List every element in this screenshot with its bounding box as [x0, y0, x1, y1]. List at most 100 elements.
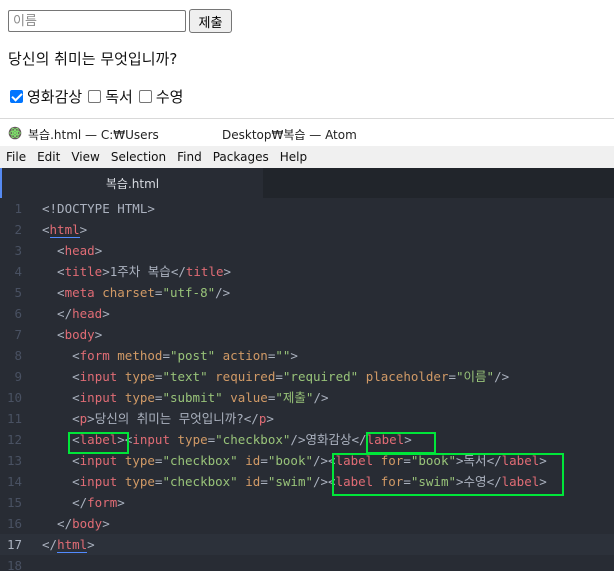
name-input[interactable] [8, 10, 186, 32]
code-token: "checkbox" [215, 432, 291, 447]
line-number: 1 [14, 201, 22, 216]
code-text: <title>1주차 복습</title> [42, 261, 231, 282]
code-token: body [64, 327, 95, 342]
window-title-project: Desktop₩복습 — Atom [222, 128, 357, 142]
code-token: < [42, 411, 80, 426]
code-line[interactable]: 17 </html> [0, 534, 614, 555]
line-number: 11 [6, 411, 22, 426]
submit-button[interactable]: 제출 [189, 9, 232, 33]
code-line[interactable]: 10 <input type="submit" value="제출"/> [0, 387, 614, 408]
code-line[interactable]: 8 <form method="post" action=""> [0, 345, 614, 366]
code-text: </body> [42, 513, 110, 534]
checkbox-book[interactable]: 독서 [88, 86, 133, 107]
code-token: < [42, 453, 80, 468]
code-token: < [42, 264, 65, 279]
hobby-checkbox-group: 영화감상 독서 수영 [10, 86, 189, 107]
checkbox-swim-box[interactable] [138, 90, 152, 103]
code-token: < [42, 369, 80, 384]
code-token: html [49, 222, 80, 238]
code-line[interactable]: 2 <html> [0, 219, 614, 240]
code-token: </ [42, 306, 73, 321]
code-text: <head> [42, 240, 102, 261]
code-token: html [57, 537, 88, 553]
code-line[interactable]: 11 <p>당신의 취미는 무엇입니까?</p> [0, 408, 614, 429]
code-line[interactable]: 3 <head> [0, 240, 614, 261]
code-token: type [124, 453, 155, 468]
menu-selection[interactable]: Selection [111, 150, 166, 164]
checkbox-book-box[interactable] [88, 90, 102, 103]
code-line[interactable]: 6 </head> [0, 303, 614, 324]
code-token: "checkbox" [162, 474, 238, 489]
code-token: < [42, 474, 80, 489]
code-token: <!DOCTYPE HTML> [42, 201, 155, 216]
hobby-question: 당신의 취미는 무엇입니까? [8, 50, 178, 68]
code-text: <form method="post" action=""> [42, 345, 298, 366]
code-token: id [245, 453, 261, 468]
atom-window: 복습.html — C:₩Users Desktop₩복습 — Atom Fil… [0, 118, 614, 571]
code-line[interactable]: 4 <title>1주차 복습</title> [0, 261, 614, 282]
highlight-box [366, 432, 436, 454]
code-token: > [290, 348, 298, 363]
window-titlebar[interactable]: 복습.html — C:₩Users Desktop₩복습 — Atom [0, 118, 614, 146]
atom-logo-icon [8, 126, 22, 140]
code-token: type [124, 390, 155, 405]
line-number: 18 [6, 558, 22, 571]
code-token: </ [351, 432, 367, 447]
code-token: "text" [162, 369, 208, 384]
line-number: 14 [6, 474, 22, 489]
menu-find[interactable]: Find [177, 150, 202, 164]
code-token: 1주차 복습 [109, 264, 171, 279]
code-token: </ [42, 537, 58, 552]
code-token: > [117, 495, 125, 510]
code-token: > [87, 411, 95, 426]
code-token: /> [290, 432, 306, 447]
code-token: head [64, 243, 95, 258]
line-number: 17 [6, 537, 22, 552]
code-token: method [117, 348, 163, 363]
line-number: 15 [6, 495, 22, 510]
checkbox-swim-label: 수영 [155, 88, 184, 106]
code-token: "required" [282, 369, 359, 384]
code-line[interactable]: 5 <meta charset="utf-8"/> [0, 282, 614, 303]
code-text: <input type="text" required="required" p… [42, 366, 509, 387]
menu-edit[interactable]: Edit [37, 150, 60, 164]
code-line[interactable]: 18 [0, 555, 614, 571]
line-number: 6 [14, 306, 22, 321]
code-token: form [79, 348, 110, 363]
menu-file[interactable]: File [6, 150, 26, 164]
menu-view[interactable]: View [71, 150, 99, 164]
code-line[interactable]: 9 <input type="text" required="required"… [0, 366, 614, 387]
code-token: > [94, 327, 103, 342]
code-text: </form> [42, 492, 125, 513]
code-line[interactable]: 7 <body> [0, 324, 614, 345]
code-token: > [87, 537, 95, 552]
code-token: action [222, 348, 268, 363]
code-line[interactable]: 1 <!DOCTYPE HTML> [0, 198, 614, 219]
code-token: = [260, 474, 268, 489]
code-token: > [79, 222, 88, 237]
tab-file[interactable]: 복습.html [0, 168, 263, 198]
code-token: < [42, 390, 80, 405]
code-token: "swim" [267, 474, 313, 489]
code-token: </ [170, 264, 186, 279]
code-token: < [42, 243, 65, 258]
code-token: "checkbox" [162, 453, 238, 468]
code-line[interactable]: 16 </body> [0, 513, 614, 534]
menu-packages[interactable]: Packages [213, 150, 269, 164]
line-number: 3 [14, 243, 22, 258]
code-token: type [124, 369, 155, 384]
code-token: "제출" [275, 390, 314, 405]
checkbox-movie-box[interactable] [10, 90, 23, 103]
checkbox-swim[interactable]: 수영 [138, 86, 184, 107]
code-token: head [72, 306, 103, 321]
code-token: /> [215, 285, 231, 300]
code-token: </ [42, 516, 73, 531]
menu-help[interactable]: Help [280, 150, 307, 164]
code-token: 영화감상 [305, 432, 352, 447]
code-editor[interactable]: 1 <!DOCTYPE HTML> 2 <html> 3 <head> 4 <title>… [0, 198, 614, 571]
code-token: required [215, 369, 276, 384]
checkbox-movie[interactable]: 영화감상 [10, 86, 82, 107]
code-token: charset [102, 285, 155, 300]
code-token: input [79, 369, 118, 384]
